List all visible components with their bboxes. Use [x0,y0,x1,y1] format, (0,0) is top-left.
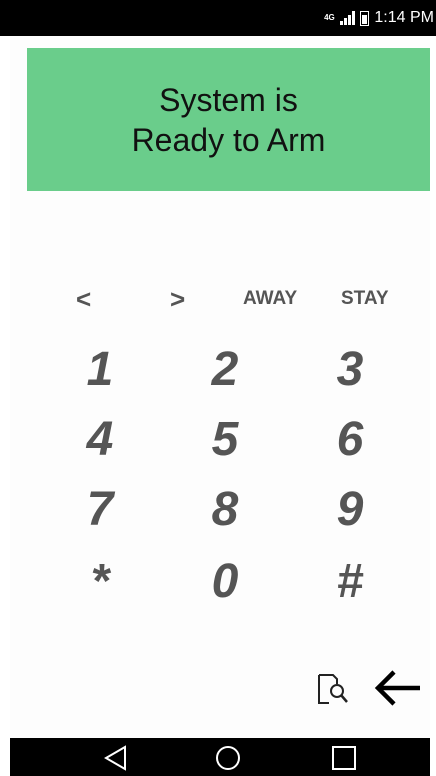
key-hash[interactable]: # [310,552,390,612]
key-6[interactable]: 6 [310,410,390,470]
numeric-keypad: 1 2 3 4 5 6 7 8 9 * 0 # [10,340,430,620]
key-7[interactable]: 7 [60,480,140,540]
previous-button[interactable]: < [76,284,91,315]
key-4[interactable]: 4 [60,410,140,470]
signal-icon [340,11,356,25]
clock: 1:14 PM [374,9,434,26]
alarm-keypad-screen: System is Ready to Arm < > AWAY STAY 1 2… [10,36,430,738]
battery-icon [360,10,370,26]
key-8[interactable]: 8 [185,480,265,540]
back-arrow-icon[interactable] [372,668,424,708]
recents-square-icon[interactable] [331,745,357,771]
next-button[interactable]: > [170,284,185,315]
stay-button[interactable]: STAY [341,288,389,310]
home-circle-icon[interactable] [215,745,241,771]
system-status-banner: System is Ready to Arm [27,48,430,191]
key-3[interactable]: 3 [310,340,390,400]
system-navigation-bar [10,738,430,776]
status-bar: 4G 1:14 PM [0,0,436,36]
key-0[interactable]: 0 [185,552,265,612]
key-5[interactable]: 5 [185,410,265,470]
key-1[interactable]: 1 [60,340,140,400]
back-triangle-icon[interactable] [103,745,129,771]
key-9[interactable]: 9 [310,480,390,540]
network-4g-icon: 4G [324,13,335,22]
key-2[interactable]: 2 [185,340,265,400]
key-star[interactable]: * [60,552,140,612]
lookup-icon[interactable] [316,672,350,706]
function-row: < > AWAY STAY [10,284,430,316]
bottom-tools [10,668,430,708]
away-button[interactable]: AWAY [243,288,297,310]
